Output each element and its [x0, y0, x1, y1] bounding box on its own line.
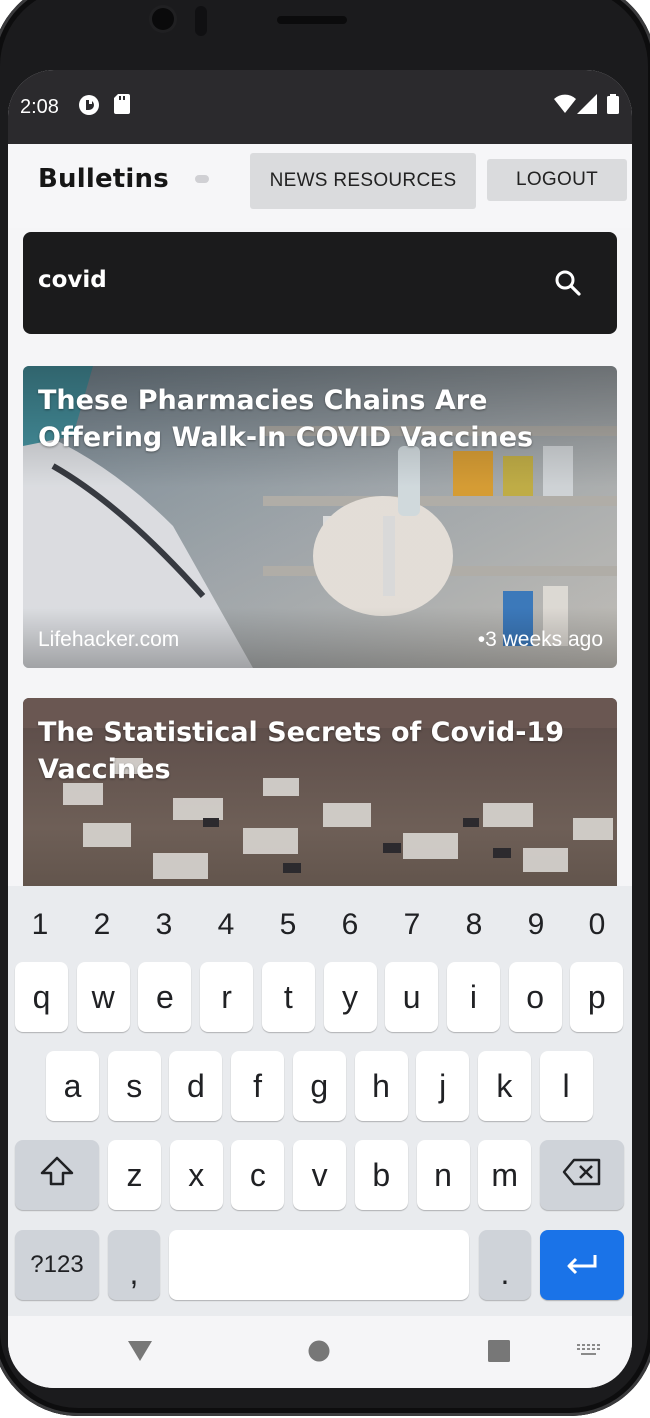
comma-key[interactable]: , [108, 1230, 160, 1300]
earpiece-speaker [277, 16, 347, 24]
number-key-5[interactable]: 5 [268, 908, 308, 942]
key-b[interactable]: b [354, 1140, 408, 1210]
key-s[interactable]: s [107, 1051, 161, 1121]
home-icon[interactable] [308, 1340, 330, 1367]
back-icon[interactable] [127, 1340, 153, 1367]
status-time: 2:08 [20, 96, 59, 118]
number-key-7[interactable]: 7 [392, 908, 432, 942]
cell-signal-icon [577, 94, 597, 119]
key-o[interactable]: o [508, 962, 562, 1032]
space-bar[interactable] [169, 1230, 469, 1300]
article-time: •3 weeks ago [477, 628, 603, 651]
key-m[interactable]: m [478, 1140, 532, 1210]
key-u[interactable]: u [385, 962, 439, 1032]
app-title: Bulletins [38, 164, 169, 194]
number-key-6[interactable]: 6 [330, 908, 370, 942]
key-l[interactable]: l [539, 1051, 593, 1121]
number-key-9[interactable]: 9 [516, 908, 556, 942]
logout-button[interactable]: LOGOUT [487, 159, 627, 201]
key-g[interactable]: g [292, 1051, 346, 1121]
number-key-1[interactable]: 1 [20, 908, 60, 942]
number-key-4[interactable]: 4 [206, 908, 246, 942]
key-r[interactable]: r [200, 962, 254, 1032]
battery-icon [607, 94, 619, 119]
key-i[interactable]: i [446, 962, 500, 1032]
number-key-2[interactable]: 2 [82, 908, 122, 942]
keyboard-switch-icon[interactable] [577, 1344, 603, 1363]
sd-card-icon [114, 94, 130, 119]
key-a[interactable]: a [46, 1051, 99, 1121]
header-indicator [195, 175, 209, 183]
key-n[interactable]: n [416, 1140, 470, 1210]
key-p[interactable]: p [570, 962, 624, 1032]
key-e[interactable]: e [138, 962, 192, 1032]
key-v[interactable]: v [293, 1140, 347, 1210]
key-x[interactable]: x [169, 1140, 223, 1210]
key-y[interactable]: y [323, 962, 377, 1032]
key-k[interactable]: k [477, 1051, 531, 1121]
article-source: Lifehacker.com [38, 628, 180, 651]
app-header: Bulletins NEWS RESOURCES LOGOUT [8, 144, 632, 228]
key-z[interactable]: z [108, 1140, 161, 1210]
recents-icon[interactable] [488, 1340, 510, 1367]
key-t[interactable]: t [261, 962, 315, 1032]
key-d[interactable]: d [169, 1051, 223, 1121]
key-c[interactable]: c [231, 1140, 285, 1210]
key-q[interactable]: q [15, 962, 68, 1032]
enter-icon [565, 1247, 599, 1284]
front-camera [152, 8, 174, 30]
key-j[interactable]: j [416, 1051, 470, 1121]
shift-icon [40, 1156, 74, 1194]
key-w[interactable]: w [76, 962, 130, 1032]
period-key[interactable]: . [479, 1230, 531, 1300]
symbols-key[interactable]: ?123 [15, 1230, 99, 1300]
status-bar: 2:08 [8, 70, 632, 144]
key-h[interactable]: h [354, 1051, 408, 1121]
backspace-icon [562, 1157, 602, 1194]
screen: 2:08 Bulletins NEWS RESOURCES LOGOUT cov… [8, 70, 632, 1388]
app-notification-icon [78, 94, 100, 121]
shift-key[interactable] [15, 1140, 99, 1210]
key-f[interactable]: f [231, 1051, 285, 1121]
number-key-0[interactable]: 0 [577, 908, 617, 942]
article-title: The Statistical Secrets of Covid-19 Vacc… [38, 717, 564, 785]
number-key-8[interactable]: 8 [454, 908, 494, 942]
article-title: These Pharmacies Chains Are Offering Wal… [38, 385, 534, 453]
number-key-3[interactable]: 3 [144, 908, 184, 942]
sensor [195, 6, 207, 36]
wifi-icon [554, 94, 576, 119]
article-card[interactable]: These Pharmacies Chains Are Offering Wal… [23, 366, 617, 668]
search-bar[interactable]: covid [23, 232, 617, 334]
search-input[interactable]: covid [38, 267, 107, 293]
enter-key[interactable] [540, 1230, 624, 1300]
search-icon[interactable] [553, 268, 583, 303]
backspace-key[interactable] [540, 1140, 624, 1210]
news-resources-button[interactable]: NEWS RESOURCES [250, 153, 476, 209]
on-screen-keyboard: 1234567890 qwertyuiop asdfghjkl zxcvbnm … [8, 886, 632, 1316]
navigation-bar [8, 1316, 632, 1388]
